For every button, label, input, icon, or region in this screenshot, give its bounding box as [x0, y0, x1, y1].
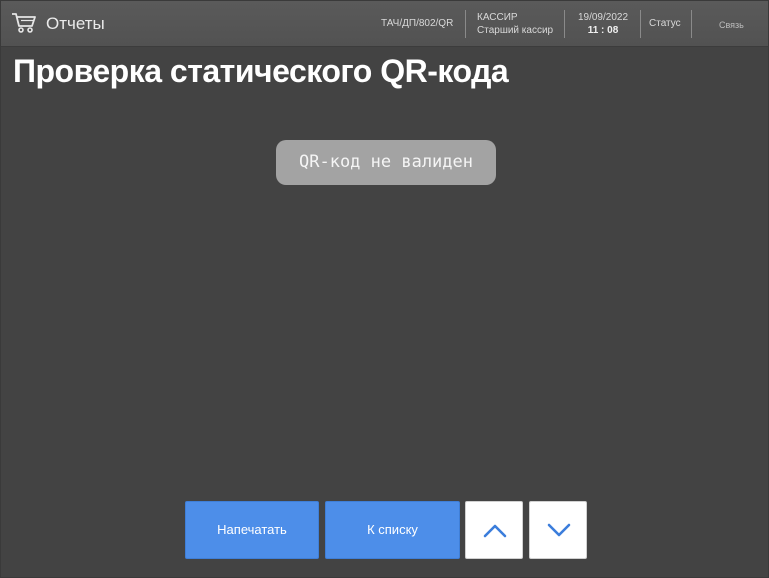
scroll-up-button[interactable]	[465, 501, 523, 559]
chevron-down-icon	[547, 523, 571, 537]
cashier-role: КАССИР	[477, 12, 518, 23]
header-title[interactable]: Отчеты	[46, 13, 105, 35]
connection-indicator[interactable]: Связь	[719, 19, 744, 31]
header-divider	[640, 10, 641, 38]
register-id: ТАЧ/ДП/802/QR	[381, 18, 454, 29]
date-display: 19/09/2022	[577, 12, 629, 23]
time-display: 11 : 08	[587, 25, 619, 36]
header-divider	[465, 10, 466, 38]
status-indicator[interactable]: Статус	[649, 18, 681, 30]
cashier-name: Старший кассир	[477, 25, 554, 36]
to-list-button[interactable]: К списку	[325, 501, 460, 559]
page-title: Проверка статического QR-кода	[13, 53, 509, 89]
validation-message: QR-код не валиден	[276, 140, 496, 185]
header-divider	[691, 10, 692, 38]
scroll-down-button[interactable]	[529, 501, 587, 559]
header-divider	[564, 10, 565, 38]
app-screen: Отчеты ТАЧ/ДП/802/QR КАССИР Старший касс…	[0, 0, 769, 578]
header-bar: Отчеты ТАЧ/ДП/802/QR КАССИР Старший касс…	[1, 1, 768, 47]
cart-icon[interactable]	[11, 12, 37, 34]
print-button[interactable]: Напечатать	[185, 501, 319, 559]
chevron-up-icon	[483, 524, 507, 538]
